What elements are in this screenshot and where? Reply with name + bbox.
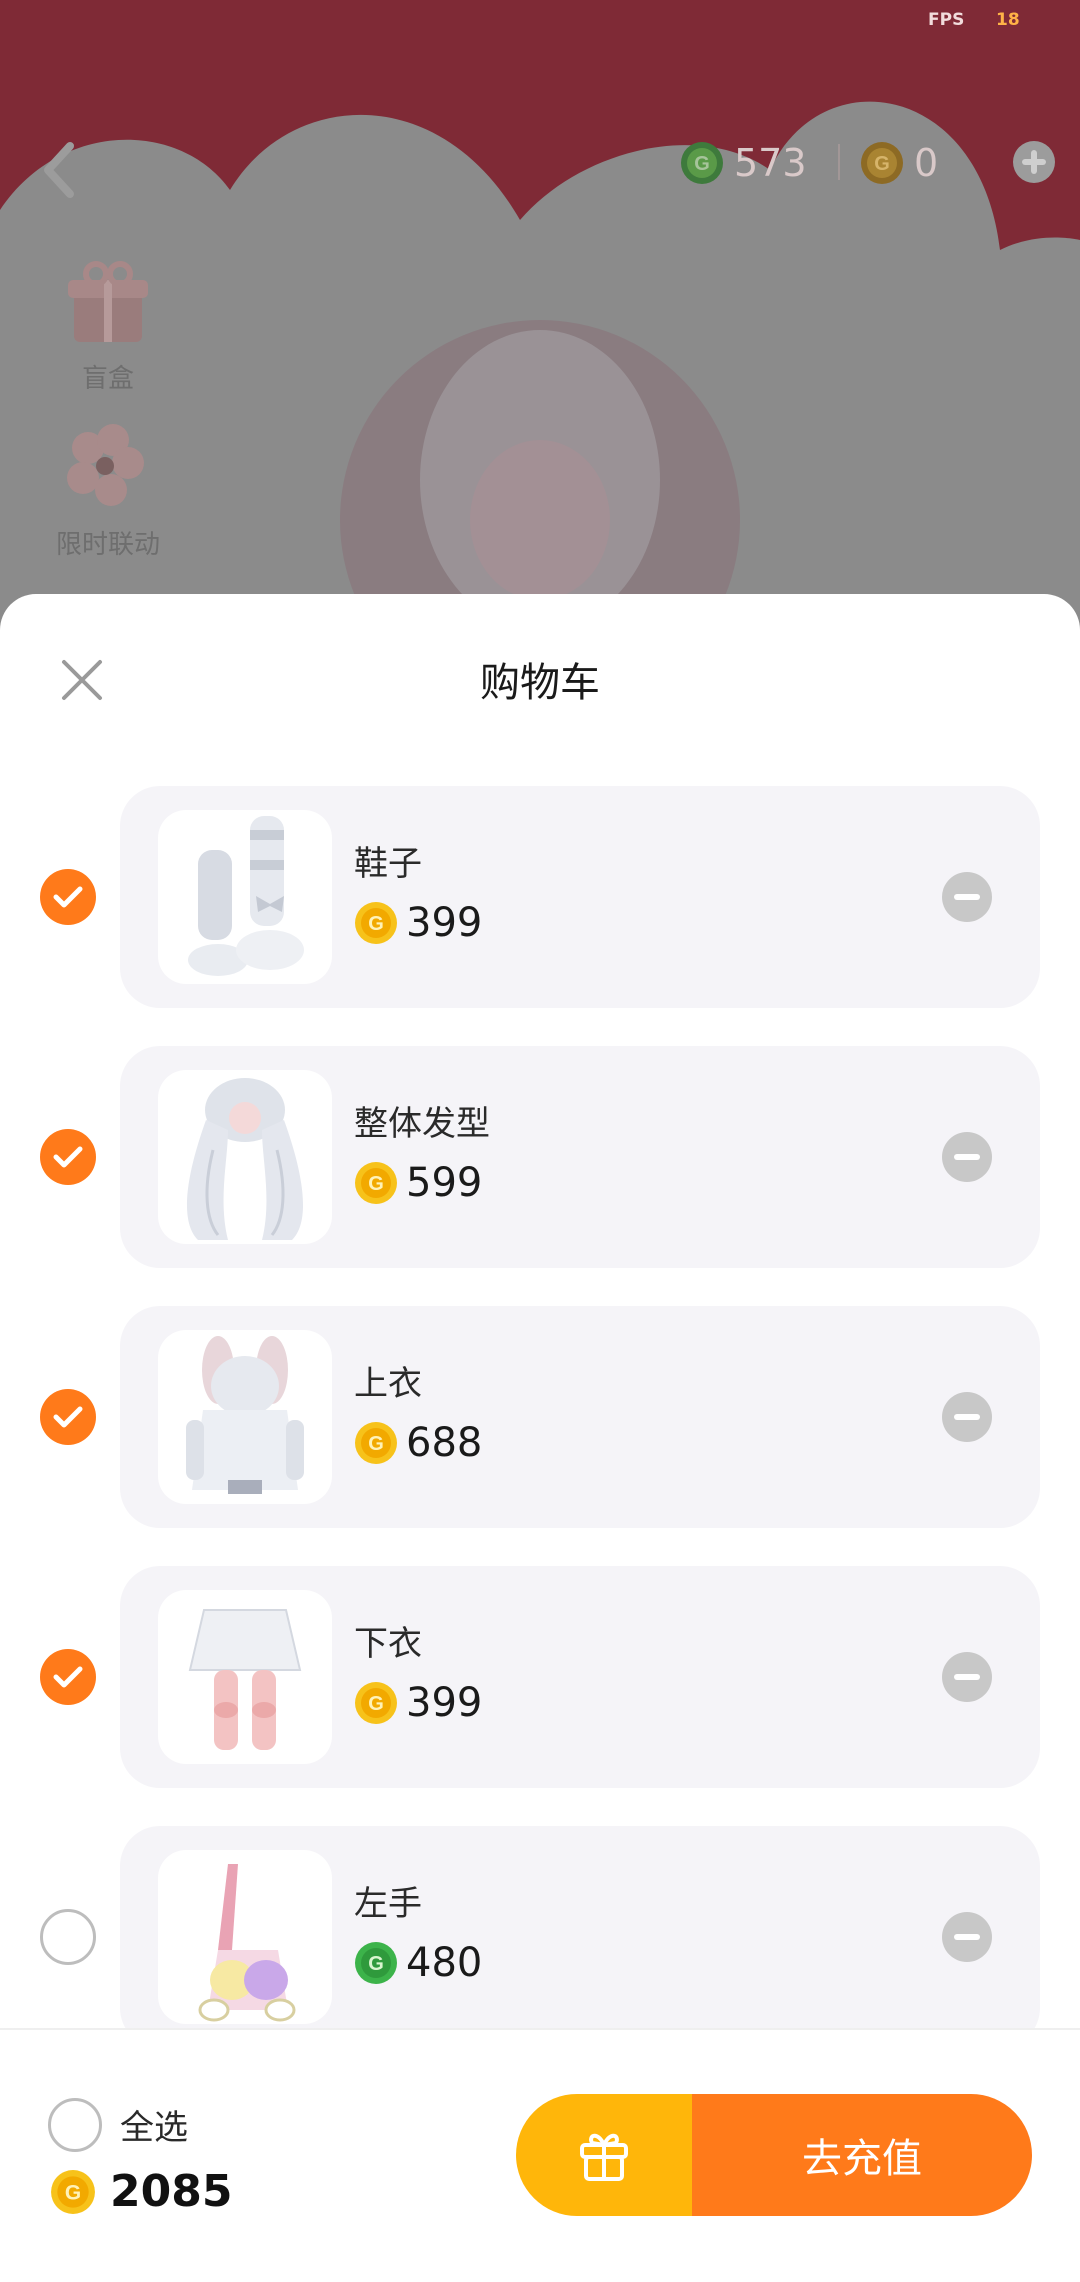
cart-item: 鞋子 G 399	[0, 786, 1080, 1008]
cart-item: 上衣 G 688	[0, 1306, 1080, 1528]
svg-text:G: G	[368, 1173, 384, 1195]
svg-text:G: G	[65, 2181, 81, 2204]
minus-icon[interactable]	[942, 1132, 992, 1182]
limited-event-label: 限时联动	[55, 530, 160, 560]
background-scene: FPS 18 G 573 G 0 盲盒 限时联动	[0, 0, 1080, 640]
check-icon	[53, 1146, 83, 1168]
total-price: G 2085	[50, 2166, 232, 2217]
item-checkbox[interactable]	[40, 869, 96, 925]
svg-text:G: G	[694, 153, 710, 175]
item-name: 鞋子	[354, 844, 422, 884]
fps-value: 18	[996, 10, 1020, 30]
blind-box-label: 盲盒	[81, 364, 134, 394]
gold-coin-amount: 0	[914, 141, 939, 185]
item-thumbnail-shoes	[158, 810, 332, 984]
item-name: 左手	[354, 1884, 422, 1924]
item-thumbnail-left-hand	[158, 1850, 332, 2024]
minus-icon[interactable]	[942, 1912, 992, 1962]
check-icon	[53, 886, 83, 908]
cart-item: 左手 G 480	[0, 1826, 1080, 2048]
item-price: G 399	[354, 1680, 482, 1726]
check-icon	[53, 1406, 83, 1428]
item-price: G 480	[354, 1940, 482, 1986]
item-price-value: 480	[406, 1940, 483, 1986]
item-thumbnail-top	[158, 1330, 332, 1504]
cart-item: 下衣 G 399	[0, 1566, 1080, 1788]
cart-item: 整体发型 G 599	[0, 1046, 1080, 1268]
item-checkbox[interactable]	[40, 1649, 96, 1705]
gold-coin-icon: G	[355, 1162, 397, 1204]
currency-divider	[838, 144, 840, 180]
fps-label: FPS	[928, 10, 965, 30]
green-coin-amount: 573	[734, 141, 807, 185]
item-price: G 688	[354, 1420, 482, 1466]
plus-icon[interactable]	[1012, 140, 1056, 184]
select-all-label[interactable]: 全选	[120, 2100, 188, 2149]
svg-text:G: G	[368, 913, 384, 935]
item-card[interactable]: 上衣 G 688	[120, 1306, 1040, 1528]
limited-event-button[interactable]: 限时联动	[38, 418, 178, 561]
item-name: 上衣	[354, 1364, 422, 1404]
item-card[interactable]: 左手 G 480	[120, 1826, 1040, 2048]
item-name: 整体发型	[354, 1104, 490, 1144]
item-card[interactable]: 整体发型 G 599	[120, 1046, 1040, 1268]
gift-box-icon	[68, 261, 148, 342]
checkout-buttons: 去充值	[516, 2094, 1032, 2216]
gold-coin-icon: G	[355, 902, 397, 944]
item-price-value: 688	[406, 1420, 483, 1466]
item-checkbox[interactable]	[40, 1909, 96, 1965]
green-coin-icon: G	[355, 1942, 397, 1984]
item-price-value: 599	[406, 1160, 483, 1206]
svg-text:G: G	[874, 153, 890, 175]
total-price-value: 2085	[110, 2166, 233, 2217]
svg-text:G: G	[368, 1953, 384, 1975]
green-coin-balance: G 573	[680, 138, 807, 188]
gold-coin-icon: G	[861, 142, 903, 184]
gold-coin-icon: G	[355, 1682, 397, 1724]
svg-text:G: G	[368, 1433, 384, 1455]
cart-title: 购物车	[480, 660, 600, 706]
gold-coin-icon: G	[355, 1422, 397, 1464]
flower-icon	[67, 424, 144, 506]
item-name: 下衣	[354, 1624, 422, 1664]
item-card[interactable]: 下衣 G 399	[120, 1566, 1040, 1788]
item-thumbnail-hairstyle	[158, 1070, 332, 1244]
topup-button[interactable]: 去充值	[692, 2094, 1032, 2216]
checkout-bar: 全选 G 2085 去充值	[0, 2028, 1080, 2282]
check-icon	[53, 1666, 83, 1688]
gift-icon	[580, 2133, 628, 2181]
minus-icon[interactable]	[942, 1392, 992, 1442]
blind-box-button[interactable]: 盲盒	[38, 252, 178, 395]
gold-coin-balance: G 0	[860, 138, 938, 188]
item-thumbnail-bottom	[158, 1590, 332, 1764]
minus-icon[interactable]	[942, 872, 992, 922]
select-all-checkbox[interactable]	[48, 2098, 102, 2152]
item-checkbox[interactable]	[40, 1129, 96, 1185]
item-price-value: 399	[406, 900, 483, 946]
item-card[interactable]: 鞋子 G 399	[120, 786, 1040, 1008]
minus-icon[interactable]	[942, 1652, 992, 1702]
item-price: G 599	[354, 1160, 482, 1206]
item-checkbox[interactable]	[40, 1389, 96, 1445]
item-price-value: 399	[406, 1680, 483, 1726]
back-icon[interactable]	[40, 140, 80, 200]
gift-button[interactable]	[516, 2094, 692, 2216]
svg-text:G: G	[368, 1693, 384, 1715]
green-coin-icon: G	[681, 142, 723, 184]
item-price: G 399	[354, 900, 482, 946]
gold-coin-icon: G	[51, 2169, 95, 2214]
